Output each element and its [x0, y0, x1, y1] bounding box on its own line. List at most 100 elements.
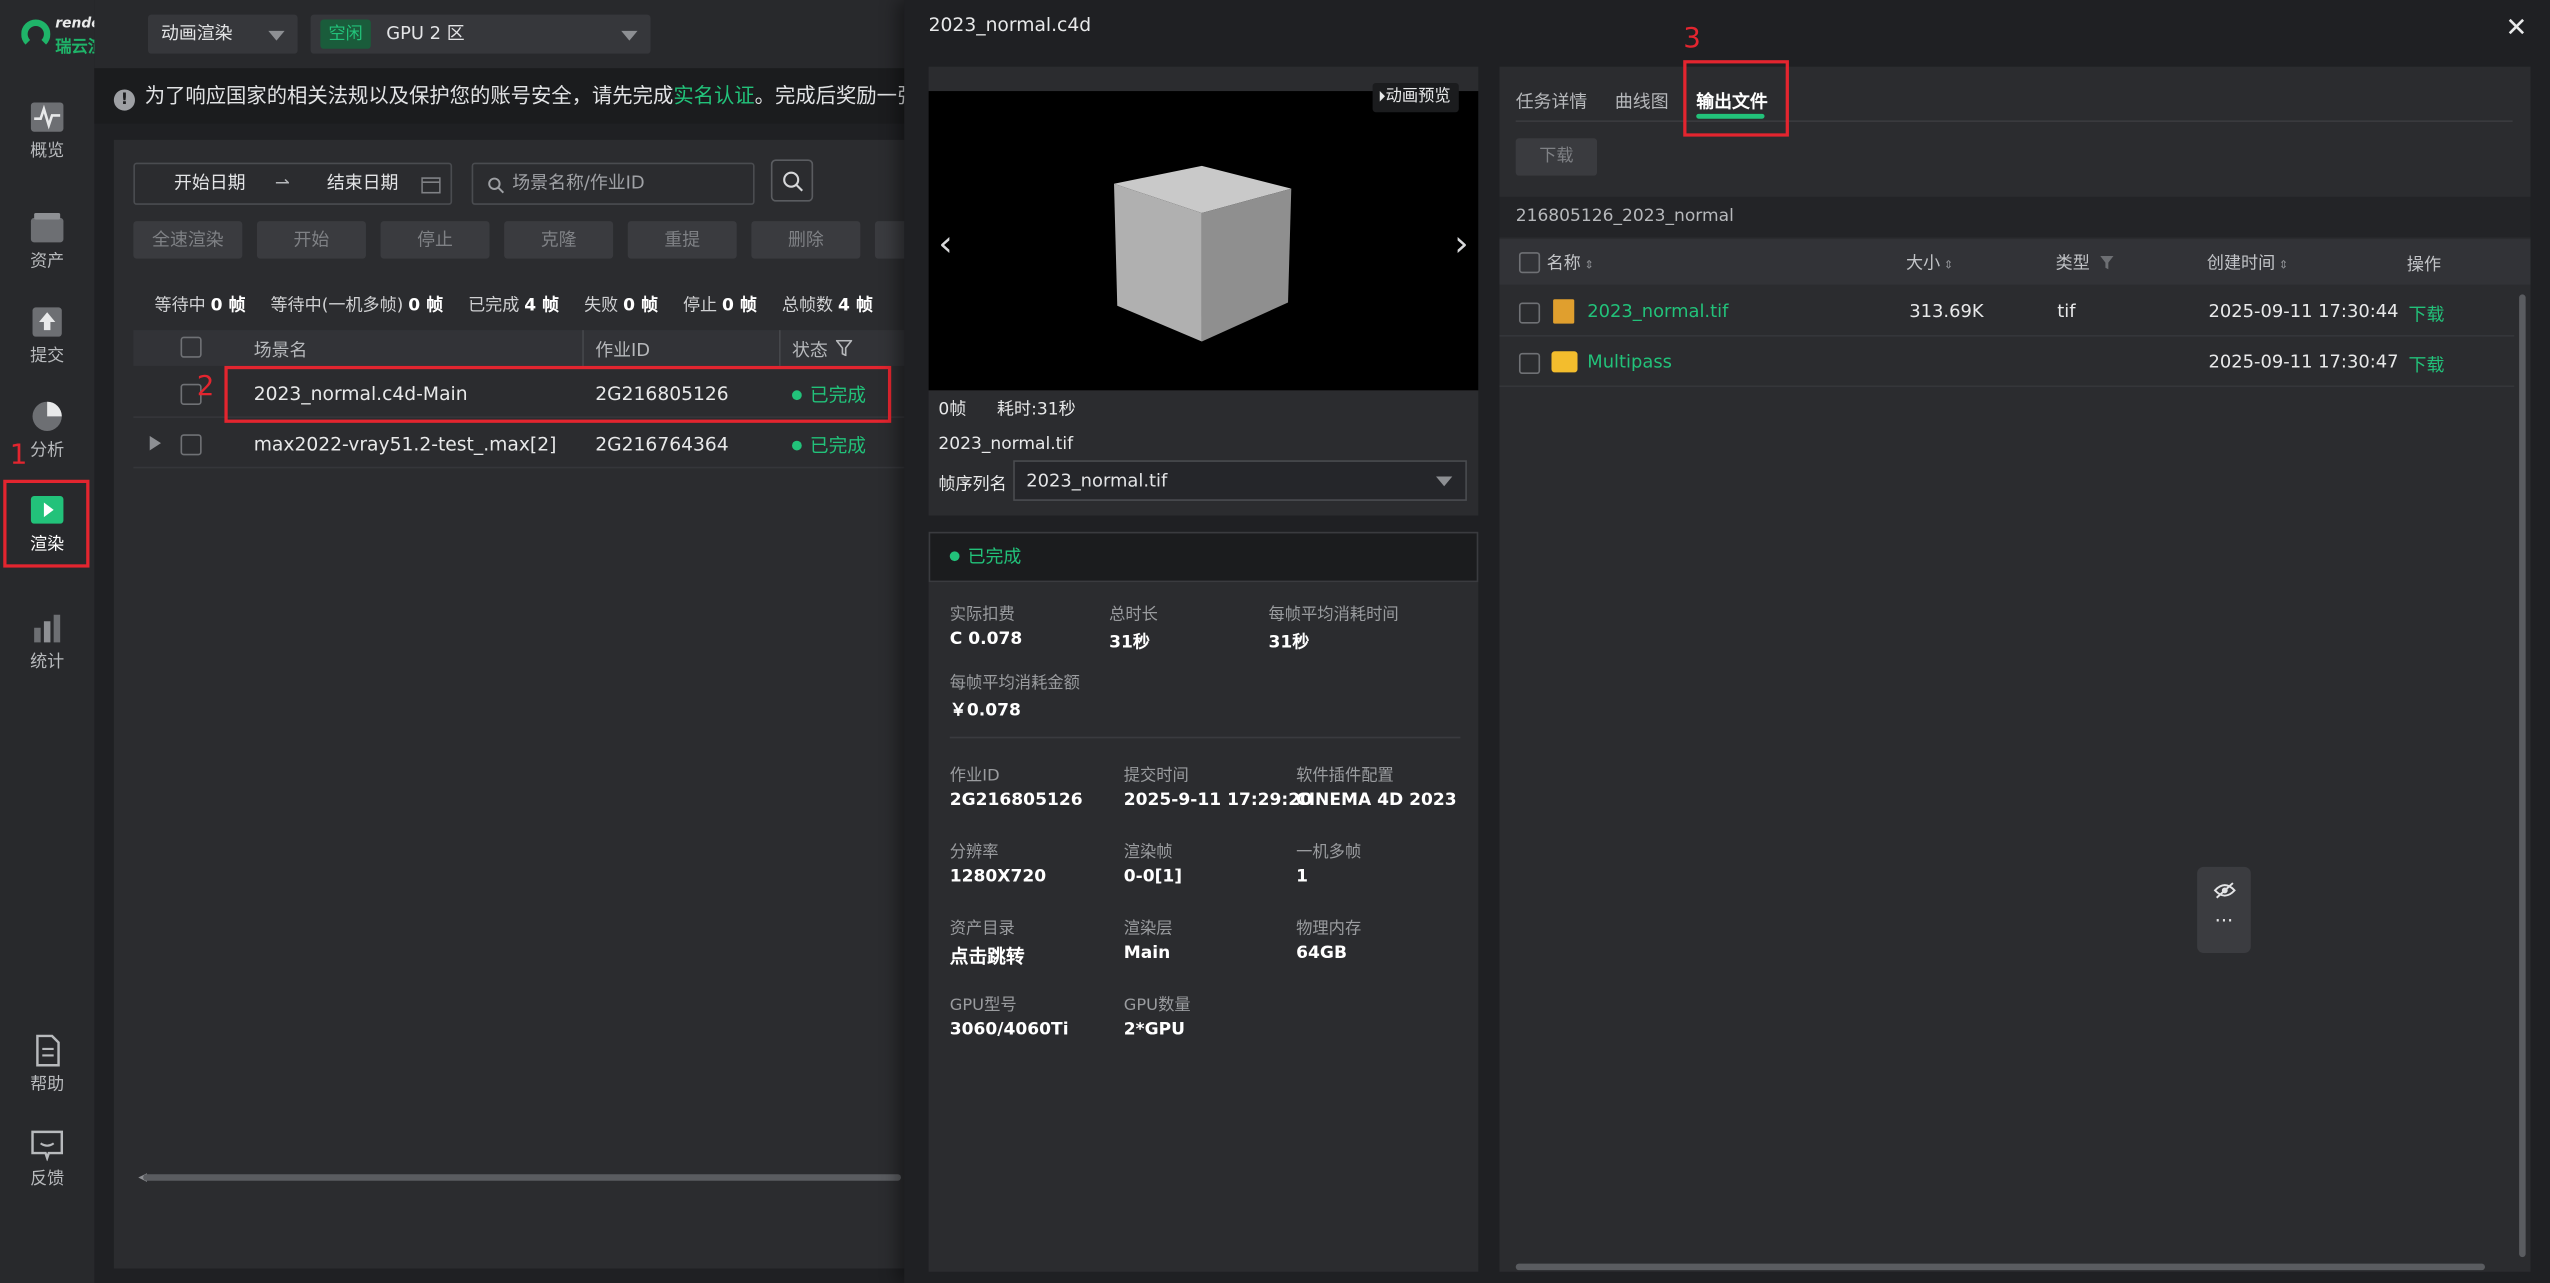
sidebar-item-help[interactable]: 帮助	[0, 1025, 94, 1110]
vertical-scrollbar[interactable]	[2519, 294, 2526, 1258]
table-row[interactable]: max2022-vray51.2-test_.max[2] 2G21676436…	[133, 420, 908, 469]
sidebar-item-assets[interactable]: 资产	[0, 202, 94, 287]
analysis-icon	[32, 401, 62, 431]
file-created: 2025-09-11 17:30:44	[2208, 300, 2399, 323]
highlight-box-output-tab	[1683, 60, 1789, 137]
status-header: 已完成	[928, 531, 1479, 583]
filter-icon[interactable]	[835, 339, 853, 357]
row-checkbox[interactable]	[1518, 352, 1541, 375]
sort-icon: ⇕	[1580, 258, 1594, 272]
filter-icon[interactable]	[2100, 255, 2115, 270]
search-icon	[488, 177, 505, 194]
delete-button[interactable]: 删除	[751, 221, 861, 259]
column-header-name[interactable]: 名称 ⇕	[1547, 250, 1594, 274]
info-job-id: 作业ID 2G216805126	[949, 767, 1083, 810]
scene-name[interactable]: max2022-vray51.2-test_.max[2]	[254, 433, 557, 456]
divider	[949, 736, 1461, 739]
row-checkbox[interactable]	[180, 434, 202, 456]
status-dot-icon	[792, 440, 802, 451]
more-actions-button[interactable]	[874, 221, 908, 259]
info-resolution: 分辨率 1280X720	[949, 844, 1047, 887]
start-date[interactable]: 开始日期	[174, 164, 246, 203]
table-row[interactable]: 2023_normal.tif 313.69K tif 2025-09-11 1…	[1499, 288, 2515, 337]
highlight-box-job-row	[224, 365, 892, 423]
hide-eye-icon[interactable]	[2212, 881, 2236, 899]
horizontal-scrollbar[interactable]	[1515, 1263, 2485, 1271]
sidebar-item-label: 分析	[30, 440, 65, 461]
tab-task-details[interactable]: 任务详情	[1516, 88, 1588, 114]
file-download-link[interactable]: 下载	[2409, 351, 2445, 377]
close-icon[interactable]: ✕	[2505, 11, 2527, 42]
chevron-down-icon	[268, 30, 285, 41]
next-frame-icon[interactable]: ›	[1454, 224, 1468, 265]
column-header-size[interactable]: 大小 ⇕	[1906, 250, 1953, 274]
gpu-zone-select[interactable]: 空闲 GPU 2 区	[310, 14, 651, 54]
select-all-checkbox[interactable]	[1518, 252, 1541, 274]
full-speed-render-button[interactable]: 全速渲染	[133, 221, 243, 259]
date-range-picker[interactable]: 开始日期 ⇀ 结束日期	[133, 162, 453, 205]
folder-icon	[1551, 351, 1578, 373]
notice-tail: 。完成后奖励一张10	[754, 82, 908, 108]
column-header-created[interactable]: 创建时间 ⇕	[2207, 250, 2288, 274]
frame-stats: 等待中 0 帧 等待中(一机多帧) 0 帧 已完成 4 帧 失败 0 帧 停止 0 帧 总…	[154, 293, 892, 317]
info-cost: 实际扣费 C 0.078	[949, 606, 1023, 649]
asset-jump-link[interactable]: 点击跳转	[950, 943, 1025, 969]
info-avg-cost: 每帧平均消耗金额 ￥0.078	[949, 674, 1080, 721]
download-button[interactable]: 下载	[1515, 138, 1598, 176]
previous-frame-icon[interactable]: ‹	[938, 224, 952, 265]
render-type-select[interactable]: 动画渲染	[147, 14, 298, 54]
column-header-action: 操作	[2406, 255, 2442, 275]
row-checkbox[interactable]	[1518, 302, 1541, 324]
stat-value: 4 帧	[524, 295, 560, 316]
tab-curve-chart[interactable]: 曲线图	[1615, 88, 1669, 114]
column-header-type[interactable]: 类型	[2056, 250, 2090, 274]
job-detail-panel: 2023_normal.c4d ✕ ‹ › ⏵动画预览 0帧 耗时:31秒 20…	[904, 0, 2550, 1283]
highlight-box-render	[3, 479, 90, 568]
file-download-link[interactable]: 下载	[2409, 301, 2445, 327]
frame-number: 0帧	[938, 400, 967, 420]
info-memory: 物理内存 64GB	[1296, 920, 1362, 963]
sidebar-item-label: 统计	[30, 652, 65, 672]
horizontal-scrollbar[interactable]	[143, 1174, 901, 1181]
job-list-area: 开始日期 ⇀ 结束日期 场景名称/作业ID 全速渲染 开始 停止 克隆 重提 删…	[113, 139, 908, 1269]
play-circle-icon: ⏵	[1378, 89, 1386, 106]
stat-label: 总帧数	[781, 295, 834, 316]
info-gpu-count: GPU数量 2*GPU	[1123, 996, 1191, 1040]
more-icon[interactable]: ···	[2197, 909, 2251, 932]
clone-button[interactable]: 克隆	[504, 221, 614, 259]
panel-title: 2023_normal.c4d	[928, 13, 1092, 36]
end-date[interactable]: 结束日期	[327, 164, 399, 203]
stat-value: 0 帧	[722, 295, 757, 316]
calendar-icon	[421, 177, 441, 194]
sidebar-item-overview[interactable]: 概览	[0, 91, 94, 176]
sidebar-item-feedback[interactable]: 反馈	[0, 1119, 94, 1204]
info-asset-dir: 资产目录 点击跳转	[949, 920, 1025, 969]
sidebar-item-stats[interactable]: 统计	[0, 602, 94, 687]
render-type-value: 动画渲染	[161, 22, 233, 44]
expand-arrow-icon[interactable]	[149, 435, 162, 451]
sidebar-item-submit[interactable]: 提交	[0, 296, 94, 381]
verify-link[interactable]: 实名认证	[673, 83, 754, 107]
table-row[interactable]: Multipass 2025-09-11 17:30:47 下载	[1499, 338, 2515, 388]
search-button[interactable]	[770, 159, 814, 202]
sidebar: renderbus 瑞云渲染 概览 资产 提交 分析 渲染 统计	[0, 0, 135, 1283]
sequence-select[interactable]: 2023_normal.tif	[1013, 460, 1467, 501]
job-id: 2G216764364	[595, 432, 729, 456]
stat-label: 等待中	[154, 295, 206, 316]
sidebar-item-label: 概览	[30, 141, 65, 162]
folder-name-link[interactable]: Multipass	[1587, 351, 1672, 372]
file-name-link[interactable]: 2023_normal.tif	[1587, 301, 1728, 322]
animation-preview-button[interactable]: ⏵动画预览	[1373, 82, 1459, 113]
stop-button[interactable]: 停止	[380, 221, 490, 259]
resubmit-button[interactable]: 重提	[627, 221, 737, 259]
search-input[interactable]: 场景名称/作业ID	[471, 162, 755, 205]
notice-text: 为了响应国家的相关法规以及保护您的账号安全，请先完成	[144, 82, 674, 108]
select-all-checkbox[interactable]	[180, 336, 202, 358]
info-software: 软件插件配置 CINEMA 4D 2023	[1296, 767, 1457, 810]
search-placeholder: 场景名称/作业ID	[512, 172, 645, 194]
start-button[interactable]: 开始	[256, 221, 366, 259]
render-preview: ‹ ›	[928, 91, 1479, 391]
stat-value: 0 帧	[408, 295, 444, 316]
stat-value: 0 帧	[210, 295, 246, 316]
sort-icon: ⇕	[1940, 258, 1954, 272]
